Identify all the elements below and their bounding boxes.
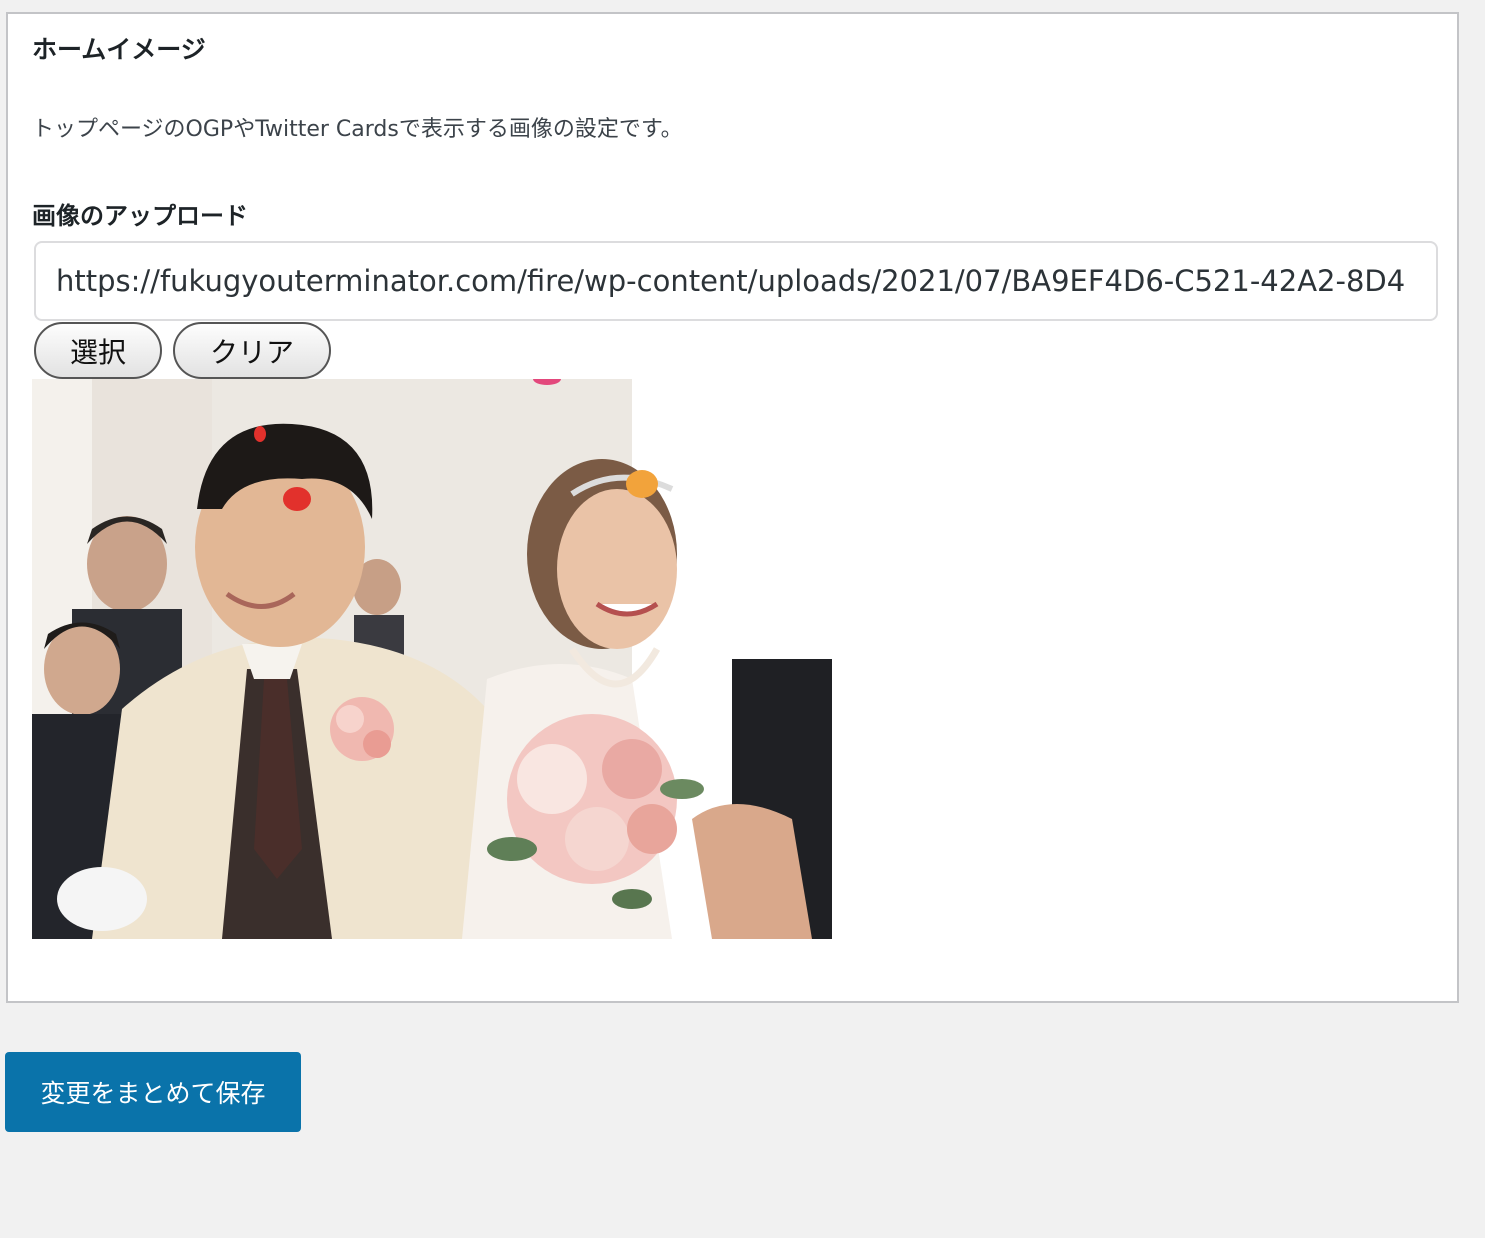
image-url-input[interactable] <box>34 241 1438 321</box>
section-description: トップページのOGPやTwitter Cardsで表示する画像の設定です。 <box>32 117 683 142</box>
image-upload-label: 画像のアップロード <box>32 202 248 230</box>
select-button[interactable]: 選択 <box>34 322 162 379</box>
clear-button[interactable]: クリア <box>173 322 331 379</box>
wedding-photo-image <box>32 379 832 939</box>
save-all-changes-button[interactable]: 変更をまとめて保存 <box>5 1052 301 1132</box>
image-preview <box>32 379 832 939</box>
section-title: ホームイメージ <box>32 35 206 64</box>
home-image-panel: ホームイメージ トップページのOGPやTwitter Cardsで表示する画像の… <box>6 12 1459 1003</box>
